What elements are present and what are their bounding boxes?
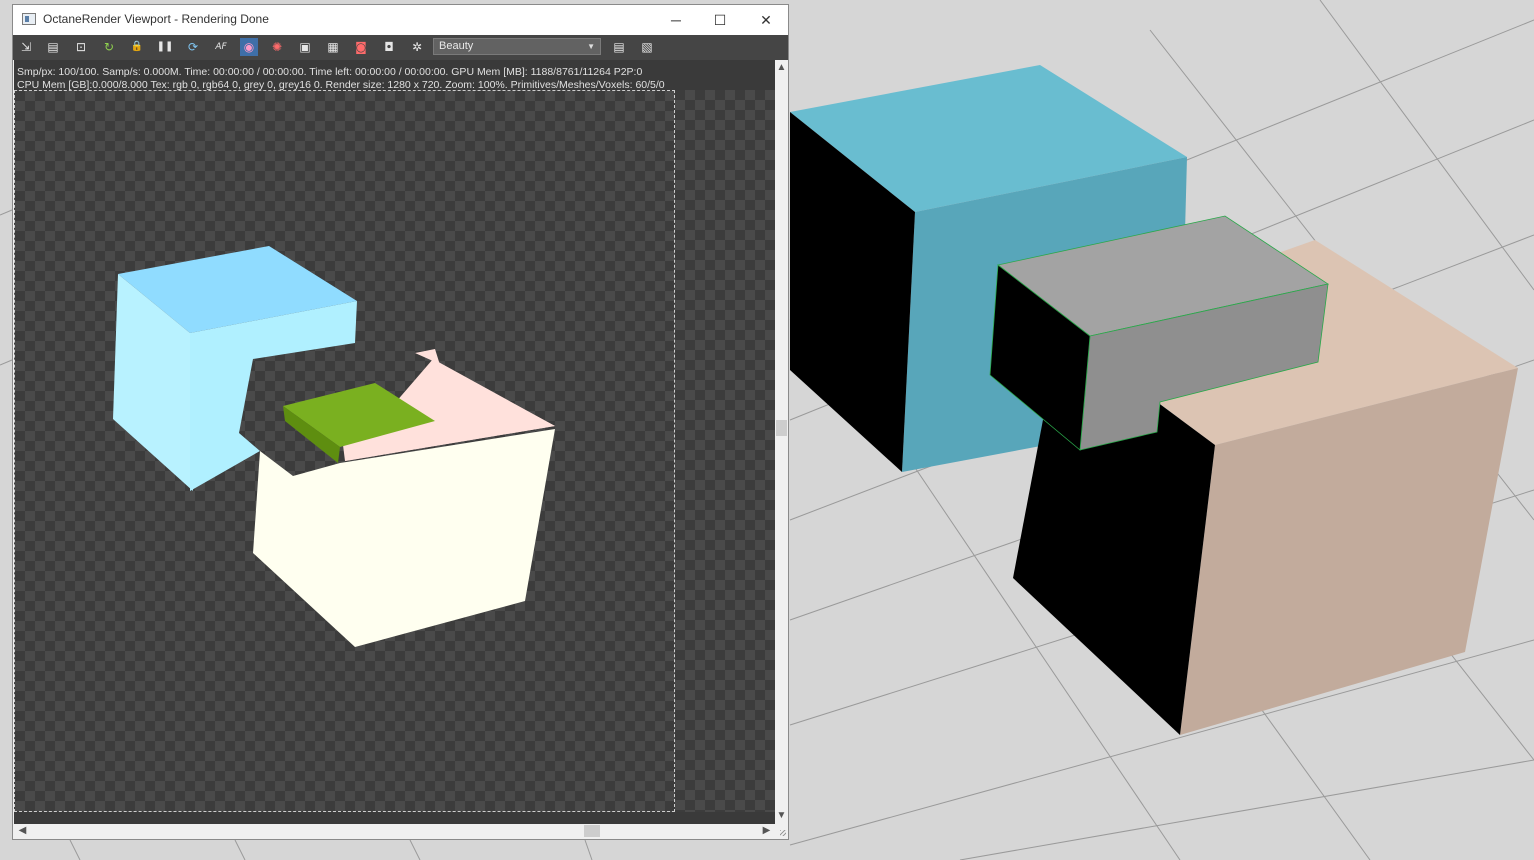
image-view-icon[interactable]: ▧ [638,38,656,56]
render-stats: Smp/px: 100/100. Samp/s: 0.000M. Time: 0… [17,66,665,92]
render-region[interactable] [14,90,675,812]
horizontal-scrollbar[interactable]: ◀ ▶ [14,824,775,838]
chevron-down-icon: ▼ [587,42,595,51]
scroll-up-icon[interactable]: ▲ [775,62,788,74]
table-view-icon[interactable]: ▤ [610,38,628,56]
close-button[interactable]: ✕ [743,5,789,35]
render-cyan-shape [113,246,357,491]
rendered-image [113,246,555,647]
render-pass-dropdown[interactable]: Beauty ▼ [433,38,601,55]
render-viewport[interactable]: Smp/px: 100/100. Samp/s: 0.000M. Time: 0… [14,60,775,824]
toolbar: ⇲ ▤ ⊡ ↻ 🔒 ❚❚ ⟳ AF ◉ ✺ ▣ ▦ ◙ ◘ ✲ Beauty ▼… [13,35,788,60]
send-scene-icon[interactable]: ⇲ [17,38,35,56]
lock-icon[interactable]: 🔒 [128,38,146,56]
color-picker-icon[interactable]: ◉ [240,38,258,56]
scroll-left-icon[interactable]: ◀ [16,825,29,837]
title-bar[interactable]: OctaneRender Viewport - Rendering Done ─… [13,5,788,35]
focus-picker-icon[interactable]: AF [212,38,230,56]
scroll-down-icon[interactable]: ▼ [775,810,788,822]
settings-gear-icon[interactable]: ✲ [408,38,426,56]
snapshot-icon[interactable]: ◘ [380,38,398,56]
restart-icon[interactable]: ↻ [100,38,118,56]
render-cream-shape [253,349,555,647]
minimize-button[interactable]: ─ [653,5,699,35]
pause-icon[interactable]: ❚❚ [156,38,174,56]
window-title: OctaneRender Viewport - Rendering Done [43,12,269,26]
maximize-button[interactable]: ☐ [697,5,743,35]
resize-grip[interactable] [775,824,788,838]
camera-view-icon[interactable]: ◙ [352,38,370,56]
render-stats-line1: Smp/px: 100/100. Samp/s: 0.000M. Time: 0… [17,66,643,78]
vertical-scroll-thumb[interactable] [776,420,787,436]
film-region-icon[interactable]: ▦ [324,38,342,56]
horizontal-scroll-thumb[interactable] [584,825,600,837]
render-pass-value: Beauty [439,40,474,52]
refresh-icon[interactable]: ⟳ [184,38,202,56]
clipboard-icon[interactable]: ▤ [44,38,62,56]
render-padding [675,90,775,812]
zoom-region-icon[interactable]: ⊡ [72,38,90,56]
app-icon [22,13,36,25]
scroll-right-icon[interactable]: ▶ [760,825,773,837]
vertical-scrollbar[interactable]: ▲ ▼ [775,60,788,824]
render-stats-line2: CPU Mem [GB]:0.000/8.000 Tex: rgb 0, rgb… [17,79,665,91]
octane-viewport-window[interactable]: OctaneRender Viewport - Rendering Done ─… [12,4,789,840]
material-picker-icon[interactable]: ✺ [268,38,286,56]
region-render-icon[interactable]: ▣ [296,38,314,56]
